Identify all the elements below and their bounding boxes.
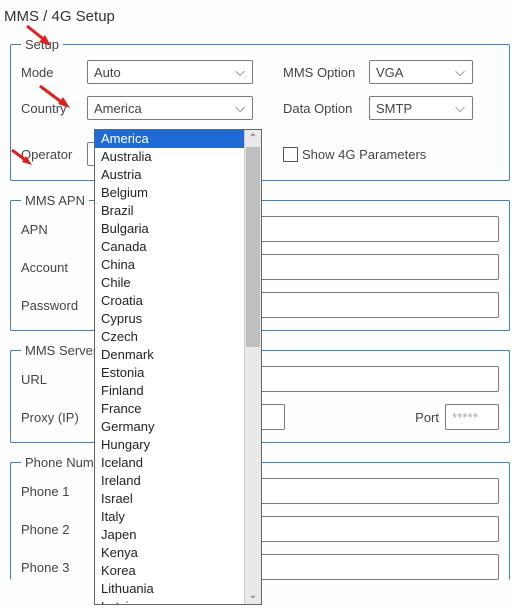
dropdown-item[interactable]: France bbox=[95, 400, 244, 418]
dropdown-item[interactable]: Japen bbox=[95, 526, 244, 544]
dropdown-item[interactable]: China bbox=[95, 256, 244, 274]
url-label: URL bbox=[21, 372, 89, 387]
scroll-thumb[interactable] bbox=[246, 147, 260, 347]
proxy-label: Proxy (IP) bbox=[21, 410, 89, 425]
scroll-up-icon[interactable]: ⌃ bbox=[245, 130, 261, 147]
dropdown-item[interactable]: Italy bbox=[95, 508, 244, 526]
dropdown-item[interactable]: Bulgaria bbox=[95, 220, 244, 238]
dropdown-item[interactable]: Belgium bbox=[95, 184, 244, 202]
mode-value: Auto bbox=[94, 65, 121, 80]
country-dropdown[interactable]: AmericaAustraliaAustriaBelgiumBrazilBulg… bbox=[94, 129, 262, 605]
dropdown-item[interactable]: Brazil bbox=[95, 202, 244, 220]
password-label: Password bbox=[21, 298, 89, 313]
dropdown-item[interactable]: Czech bbox=[95, 328, 244, 346]
dropdown-item[interactable]: Lithuania bbox=[95, 580, 244, 598]
page-title: MMS / 4G Setup bbox=[0, 0, 512, 37]
annotation-arrow-icon bbox=[38, 84, 72, 110]
mms-option-select[interactable]: VGA ⌵ bbox=[369, 60, 473, 84]
mms-server-legend: MMS Server bbox=[21, 343, 101, 358]
dropdown-item[interactable]: Cyprus bbox=[95, 310, 244, 328]
data-option-select[interactable]: SMTP ⌵ bbox=[369, 96, 473, 120]
dropdown-item[interactable]: Korea bbox=[95, 562, 244, 580]
annotation-arrow-icon bbox=[10, 148, 34, 166]
port-label: Port bbox=[415, 410, 439, 425]
chevron-down-icon: ⌵ bbox=[232, 64, 248, 80]
dropdown-item[interactable]: Finland bbox=[95, 382, 244, 400]
country-select[interactable]: America ⌵ bbox=[87, 96, 253, 120]
chevron-down-icon: ⌵ bbox=[452, 64, 468, 80]
data-option-value: SMTP bbox=[376, 101, 412, 116]
mms-option-label: MMS Option bbox=[283, 65, 363, 80]
dropdown-item[interactable]: Israel bbox=[95, 490, 244, 508]
mode-label: Mode bbox=[21, 65, 81, 80]
phone2-label: Phone 2 bbox=[21, 522, 89, 537]
show-4g-label: Show 4G Parameters bbox=[302, 147, 426, 162]
dropdown-item[interactable]: Hungary bbox=[95, 436, 244, 454]
annotation-arrow-icon bbox=[25, 24, 53, 46]
dropdown-item[interactable]: Canada bbox=[95, 238, 244, 256]
apn-label: APN bbox=[21, 222, 89, 237]
dropdown-item[interactable]: Austria bbox=[95, 166, 244, 184]
mms-apn-legend: MMS APN bbox=[21, 193, 89, 208]
phone3-label: Phone 3 bbox=[21, 560, 89, 575]
dropdown-item[interactable]: Ireland bbox=[95, 472, 244, 490]
dropdown-item[interactable]: Chile bbox=[95, 274, 244, 292]
dropdown-item[interactable]: Denmark bbox=[95, 346, 244, 364]
chevron-down-icon: ⌵ bbox=[452, 100, 468, 116]
checkbox-icon bbox=[283, 147, 298, 162]
dropdown-item[interactable]: Iceland bbox=[95, 454, 244, 472]
data-option-label: Data Option bbox=[283, 101, 363, 116]
phone1-label: Phone 1 bbox=[21, 484, 89, 499]
scroll-down-icon[interactable]: ⌄ bbox=[245, 587, 261, 604]
dropdown-item[interactable]: America bbox=[95, 130, 244, 148]
mms-option-value: VGA bbox=[376, 65, 403, 80]
dropdown-item[interactable]: Germany bbox=[95, 418, 244, 436]
show-4g-checkbox[interactable]: Show 4G Parameters bbox=[283, 147, 426, 162]
dropdown-item[interactable]: Croatia bbox=[95, 292, 244, 310]
dropdown-item[interactable]: Australia bbox=[95, 148, 244, 166]
dropdown-scrollbar[interactable]: ⌃ ⌄ bbox=[244, 130, 261, 604]
mode-select[interactable]: Auto ⌵ bbox=[87, 60, 253, 84]
country-value: America bbox=[94, 101, 142, 116]
dropdown-item[interactable]: Kenya bbox=[95, 544, 244, 562]
dropdown-item[interactable]: Latvia bbox=[95, 598, 244, 604]
dropdown-item[interactable]: Estonia bbox=[95, 364, 244, 382]
account-label: Account bbox=[21, 260, 89, 275]
port-input[interactable] bbox=[445, 404, 499, 430]
chevron-down-icon: ⌵ bbox=[232, 100, 248, 116]
